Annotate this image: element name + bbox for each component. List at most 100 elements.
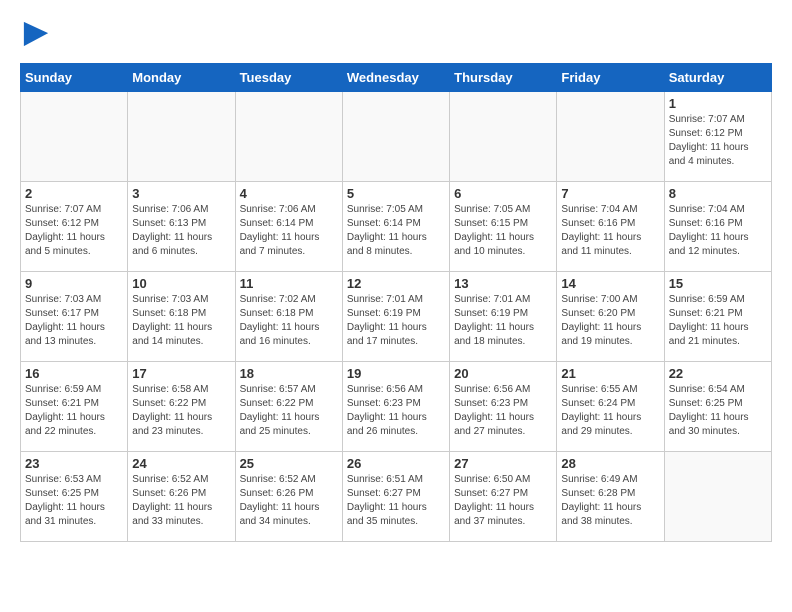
day-number: 24 — [132, 456, 230, 471]
day-info: Sunrise: 7:06 AM Sunset: 6:13 PM Dayligh… — [132, 203, 230, 259]
calendar-cell — [235, 92, 342, 182]
day-info: Sunrise: 6:51 AM Sunset: 6:27 PM Dayligh… — [347, 473, 445, 529]
day-info: Sunrise: 6:53 AM Sunset: 6:25 PM Dayligh… — [25, 473, 123, 529]
weekday-header-thursday: Thursday — [450, 64, 557, 92]
day-info: Sunrise: 7:00 AM Sunset: 6:20 PM Dayligh… — [561, 293, 659, 349]
day-number: 14 — [561, 276, 659, 291]
calendar-cell: 1Sunrise: 7:07 AM Sunset: 6:12 PM Daylig… — [664, 92, 771, 182]
day-info: Sunrise: 6:59 AM Sunset: 6:21 PM Dayligh… — [669, 293, 767, 349]
calendar-cell: 23 Sunrise: 6:53 AM Sunset: 6:25 PM Dayli… — [21, 452, 128, 542]
logo-icon — [22, 20, 50, 48]
day-number: 25 — [240, 456, 338, 471]
calendar-cell: 16 Sunrise: 6:59 AM Sunset: 6:21 PM Dayli… — [21, 362, 128, 452]
day-number: 17 — [132, 366, 230, 381]
calendar-cell: 27 Sunrise: 6:50 AM Sunset: 6:27 PM Dayli… — [450, 452, 557, 542]
day-number: 9 — [25, 276, 123, 291]
weekday-header-monday: Monday — [128, 64, 235, 92]
day-number: 28 — [561, 456, 659, 471]
day-number: 22 — [669, 366, 767, 381]
calendar-week-4: 16 Sunrise: 6:59 AM Sunset: 6:21 PM Dayli… — [21, 362, 772, 452]
calendar-cell: 12 Sunrise: 7:01 AM Sunset: 6:19 PM Dayli… — [342, 272, 449, 362]
day-info: Sunrise: 6:50 AM Sunset: 6:27 PM Dayligh… — [454, 473, 552, 529]
calendar-cell: 3 Sunrise: 7:06 AM Sunset: 6:13 PM Daylig… — [128, 182, 235, 272]
calendar-cell: 28 Sunrise: 6:49 AM Sunset: 6:28 PM Dayli… — [557, 452, 664, 542]
day-number: 6 — [454, 186, 552, 201]
day-info: Sunrise: 6:58 AM Sunset: 6:22 PM Dayligh… — [132, 383, 230, 439]
calendar-cell: 7Sunrise: 7:04 AM Sunset: 6:16 PM Daylig… — [557, 182, 664, 272]
calendar-cell: 6 Sunrise: 7:05 AM Sunset: 6:15 PM Daylig… — [450, 182, 557, 272]
calendar-cell: 17 Sunrise: 6:58 AM Sunset: 6:22 PM Dayli… — [128, 362, 235, 452]
calendar-table: SundayMondayTuesdayWednesdayThursdayFrid… — [20, 63, 772, 542]
day-number: 21 — [561, 366, 659, 381]
calendar-cell: 24 Sunrise: 6:52 AM Sunset: 6:26 PM Dayli… — [128, 452, 235, 542]
day-number: 26 — [347, 456, 445, 471]
weekday-header-wednesday: Wednesday — [342, 64, 449, 92]
calendar-cell — [450, 92, 557, 182]
day-info: Sunrise: 6:52 AM Sunset: 6:26 PM Dayligh… — [240, 473, 338, 529]
calendar-cell — [664, 452, 771, 542]
day-number: 1 — [669, 96, 767, 111]
weekday-header-saturday: Saturday — [664, 64, 771, 92]
day-info: Sunrise: 7:01 AM Sunset: 6:19 PM Dayligh… — [347, 293, 445, 349]
page-header — [20, 20, 772, 53]
calendar-cell: 11 Sunrise: 7:02 AM Sunset: 6:18 PM Dayli… — [235, 272, 342, 362]
day-number: 27 — [454, 456, 552, 471]
day-info: Sunrise: 6:57 AM Sunset: 6:22 PM Dayligh… — [240, 383, 338, 439]
day-number: 8 — [669, 186, 767, 201]
weekday-header-sunday: Sunday — [21, 64, 128, 92]
day-number: 2 — [25, 186, 123, 201]
day-number: 16 — [25, 366, 123, 381]
weekday-header-friday: Friday — [557, 64, 664, 92]
calendar-cell: 8Sunrise: 7:04 AM Sunset: 6:16 PM Daylig… — [664, 182, 771, 272]
day-number: 7 — [561, 186, 659, 201]
calendar-cell: 5Sunrise: 7:05 AM Sunset: 6:14 PM Daylig… — [342, 182, 449, 272]
day-number: 15 — [669, 276, 767, 291]
logo — [20, 20, 50, 53]
calendar-week-2: 2 Sunrise: 7:07 AM Sunset: 6:12 PM Daylig… — [21, 182, 772, 272]
day-number: 18 — [240, 366, 338, 381]
day-number: 13 — [454, 276, 552, 291]
calendar-week-1: 1Sunrise: 7:07 AM Sunset: 6:12 PM Daylig… — [21, 92, 772, 182]
day-number: 23 — [25, 456, 123, 471]
day-number: 12 — [347, 276, 445, 291]
day-info: Sunrise: 7:02 AM Sunset: 6:18 PM Dayligh… — [240, 293, 338, 349]
day-info: Sunrise: 7:05 AM Sunset: 6:14 PM Dayligh… — [347, 203, 445, 259]
calendar-cell: 26 Sunrise: 6:51 AM Sunset: 6:27 PM Dayli… — [342, 452, 449, 542]
weekday-header-row: SundayMondayTuesdayWednesdayThursdayFrid… — [21, 64, 772, 92]
day-info: Sunrise: 7:06 AM Sunset: 6:14 PM Dayligh… — [240, 203, 338, 259]
calendar-cell: 21 Sunrise: 6:55 AM Sunset: 6:24 PM Dayli… — [557, 362, 664, 452]
calendar-cell: 10 Sunrise: 7:03 AM Sunset: 6:18 PM Dayli… — [128, 272, 235, 362]
day-info: Sunrise: 6:52 AM Sunset: 6:26 PM Dayligh… — [132, 473, 230, 529]
calendar-cell — [21, 92, 128, 182]
calendar-cell: 9 Sunrise: 7:03 AM Sunset: 6:17 PM Daylig… — [21, 272, 128, 362]
calendar-cell — [557, 92, 664, 182]
day-number: 3 — [132, 186, 230, 201]
day-info: Sunrise: 6:59 AM Sunset: 6:21 PM Dayligh… — [25, 383, 123, 439]
day-info: Sunrise: 6:56 AM Sunset: 6:23 PM Dayligh… — [347, 383, 445, 439]
calendar-cell: 14 Sunrise: 7:00 AM Sunset: 6:20 PM Dayli… — [557, 272, 664, 362]
day-number: 4 — [240, 186, 338, 201]
calendar-cell: 15 Sunrise: 6:59 AM Sunset: 6:21 PM Dayli… — [664, 272, 771, 362]
day-info: Sunrise: 6:49 AM Sunset: 6:28 PM Dayligh… — [561, 473, 659, 529]
day-info: Sunrise: 7:01 AM Sunset: 6:19 PM Dayligh… — [454, 293, 552, 349]
calendar-cell: 25 Sunrise: 6:52 AM Sunset: 6:26 PM Dayli… — [235, 452, 342, 542]
calendar-cell: 19 Sunrise: 6:56 AM Sunset: 6:23 PM Dayli… — [342, 362, 449, 452]
day-number: 20 — [454, 366, 552, 381]
calendar-cell: 2 Sunrise: 7:07 AM Sunset: 6:12 PM Daylig… — [21, 182, 128, 272]
day-info: Sunrise: 7:07 AM Sunset: 6:12 PM Dayligh… — [25, 203, 123, 259]
day-info: Sunrise: 7:03 AM Sunset: 6:18 PM Dayligh… — [132, 293, 230, 349]
calendar-cell: 18 Sunrise: 6:57 AM Sunset: 6:22 PM Dayli… — [235, 362, 342, 452]
day-info: Sunrise: 7:03 AM Sunset: 6:17 PM Dayligh… — [25, 293, 123, 349]
calendar-week-5: 23 Sunrise: 6:53 AM Sunset: 6:25 PM Dayli… — [21, 452, 772, 542]
calendar-cell: 13 Sunrise: 7:01 AM Sunset: 6:19 PM Dayli… — [450, 272, 557, 362]
weekday-header-tuesday: Tuesday — [235, 64, 342, 92]
day-info: Sunrise: 6:55 AM Sunset: 6:24 PM Dayligh… — [561, 383, 659, 439]
day-info: Sunrise: 6:54 AM Sunset: 6:25 PM Dayligh… — [669, 383, 767, 439]
day-number: 19 — [347, 366, 445, 381]
day-number: 10 — [132, 276, 230, 291]
calendar-cell: 22 Sunrise: 6:54 AM Sunset: 6:25 PM Dayli… — [664, 362, 771, 452]
calendar-cell: 20 Sunrise: 6:56 AM Sunset: 6:23 PM Dayli… — [450, 362, 557, 452]
day-info: Sunrise: 6:56 AM Sunset: 6:23 PM Dayligh… — [454, 383, 552, 439]
day-number: 11 — [240, 276, 338, 291]
day-info: Sunrise: 7:05 AM Sunset: 6:15 PM Dayligh… — [454, 203, 552, 259]
